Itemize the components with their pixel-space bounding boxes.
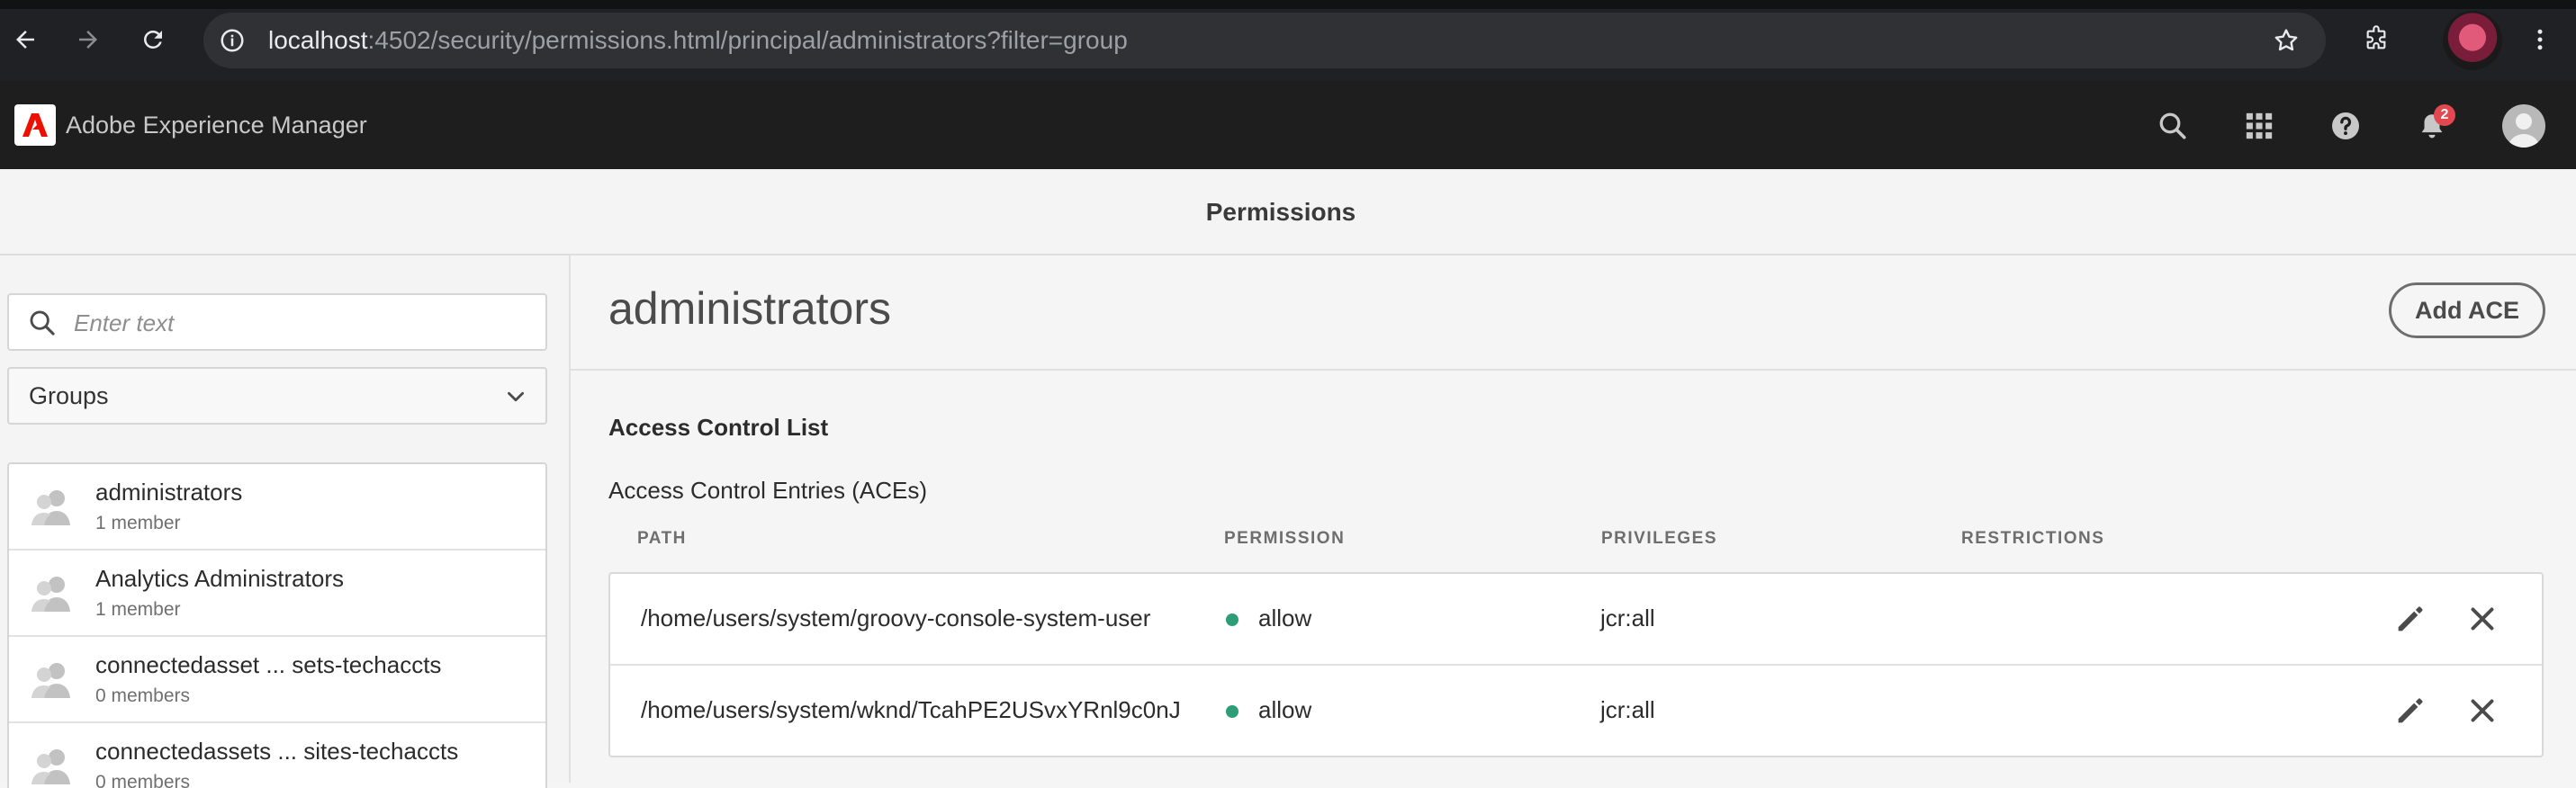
apps-grid-icon	[2246, 112, 2273, 139]
column-header-restrictions: RESTRICTIONS	[1961, 529, 2105, 548]
close-icon[interactable]	[2466, 603, 2499, 635]
ace-permission: allow	[1258, 696, 1312, 723]
shell-search-button[interactable]	[2153, 106, 2193, 146]
url-host: localhost	[268, 26, 368, 54]
group-member-count: 0 members	[95, 772, 191, 788]
group-list-item[interactable]: Analytics Administrators 1 member	[9, 551, 545, 637]
ace-permission: allow	[1258, 604, 1312, 631]
group-list-item[interactable]: connectedassets ... sites-techaccts 0 me…	[9, 723, 545, 788]
help-icon	[2332, 112, 2359, 139]
browser-profile-avatar[interactable]	[2443, 11, 2502, 70]
ace-privileges: jcr:all	[1600, 696, 1655, 723]
ace-privileges: jcr:all	[1600, 604, 1655, 631]
address-bar[interactable]: localhost:4502/security/permissions.html…	[203, 13, 2326, 68]
group-member-count: 0 members	[95, 685, 191, 706]
extensions-button[interactable]	[2356, 20, 2396, 59]
search-icon	[30, 310, 55, 336]
user-avatar[interactable]	[2502, 104, 2545, 148]
principal-type-value: Groups	[29, 382, 109, 409]
group-member-count: 1 member	[95, 599, 181, 620]
site-info-icon[interactable]	[216, 24, 248, 57]
close-icon[interactable]	[2466, 694, 2499, 727]
search-input[interactable]	[72, 302, 526, 344]
page-title: Permissions	[1205, 198, 1356, 226]
ace-table: /home/users/system/groovy-console-system…	[608, 572, 2544, 757]
notifications-button[interactable]: 2	[2412, 104, 2455, 146]
acl-heading: Access Control List	[608, 414, 829, 441]
group-name: connectedasset ... sets-techaccts	[95, 651, 442, 678]
group-list-item[interactable]: administrators 1 member	[9, 464, 545, 551]
title-bar: Permissions	[0, 169, 2576, 255]
allow-status-dot	[1226, 705, 1238, 718]
principal-search	[7, 293, 547, 351]
user-icon	[2508, 113, 2540, 148]
ace-row: /home/users/system/groovy-console-system…	[610, 574, 2542, 666]
back-button[interactable]	[5, 20, 45, 59]
column-header-privileges: PRIVILEGES	[1601, 529, 1718, 548]
principal-rail: Groups administrators 1 member Analytics…	[0, 255, 571, 788]
forward-icon	[79, 31, 97, 49]
aem-shell-header: Adobe Experience Manager 2	[0, 81, 2576, 171]
adobe-logo-icon[interactable]	[14, 104, 56, 146]
url-text[interactable]: localhost:4502/security/permissions.html…	[268, 27, 1128, 54]
bookmark-star-icon[interactable]	[2270, 24, 2302, 57]
aces-heading: Access Control Entries (ACEs)	[608, 477, 927, 504]
permissions-detail: administrators Add ACE Access Control Li…	[571, 255, 2576, 783]
reload-button[interactable]	[133, 20, 173, 59]
group-icon	[32, 663, 70, 698]
url-path: :4502/security/permissions.html/principa…	[367, 26, 1128, 54]
browser-toolbar: localhost:4502/security/permissions.html…	[0, 0, 2576, 81]
group-icon	[32, 577, 70, 612]
group-member-count: 1 member	[95, 513, 181, 533]
chevron-down-icon	[508, 391, 524, 402]
group-list-item[interactable]: connectedasset ... sets-techaccts 0 memb…	[9, 637, 545, 723]
principal-type-select[interactable]: Groups	[7, 367, 547, 425]
tab-strip-edge	[0, 0, 2576, 9]
back-icon	[16, 31, 34, 49]
column-header-permission: PERMISSION	[1224, 529, 1346, 548]
forward-button[interactable]	[68, 20, 108, 59]
edit-icon[interactable]	[2392, 693, 2428, 729]
group-name: administrators	[95, 479, 243, 506]
allow-status-dot	[1226, 613, 1238, 626]
notification-badge: 2	[2434, 104, 2455, 126]
add-ace-button[interactable]: Add ACE	[2389, 282, 2545, 338]
solutions-button[interactable]	[2239, 106, 2279, 146]
group-name: Analytics Administrators	[95, 565, 344, 592]
group-icon	[32, 749, 70, 784]
more-icon	[2537, 29, 2543, 50]
ace-path: /home/users/system/groovy-console-system…	[641, 604, 1151, 631]
help-button[interactable]	[2326, 106, 2365, 146]
app-title[interactable]: Adobe Experience Manager	[66, 112, 367, 139]
search-icon	[2159, 112, 2186, 139]
group-name: connectedassets ... sites-techaccts	[95, 738, 459, 765]
ace-path: /home/users/system/wknd/TcahPE2USvxYRnl9…	[641, 696, 1181, 723]
edit-icon[interactable]	[2392, 601, 2428, 637]
ace-row: /home/users/system/wknd/TcahPE2USvxYRnl9…	[610, 666, 2542, 756]
group-icon	[32, 490, 70, 525]
column-header-path: PATH	[637, 529, 687, 548]
browser-menu-button[interactable]	[2520, 20, 2560, 59]
reload-icon	[144, 31, 162, 49]
group-list: administrators 1 member Analytics Admini…	[7, 462, 547, 788]
principal-name: administrators	[608, 283, 891, 334]
extensions-icon	[2366, 25, 2386, 49]
principal-header: administrators Add ACE	[571, 255, 2576, 371]
